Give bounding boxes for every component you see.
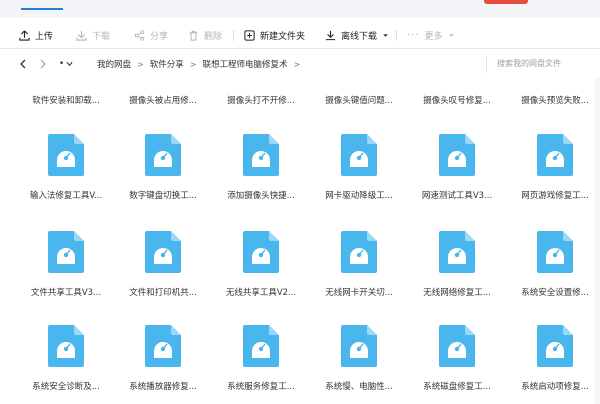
share-icon <box>134 29 145 41</box>
window-control-chip[interactable] <box>484 0 528 4</box>
file-name: 系统服务修复工... <box>227 382 295 392</box>
file-item[interactable]: 系统磁盘修复工... <box>412 78 502 404</box>
file-name: 系统启动项修复... <box>521 382 589 392</box>
forward-button[interactable] <box>36 56 50 72</box>
file-name: 系统慢、电脑性... <box>325 382 393 392</box>
file-thumbnail-icon <box>340 324 378 368</box>
dropdown-caret-icon <box>448 33 454 37</box>
download-label: 下载 <box>92 31 111 42</box>
file-grid: 软件安装和卸载... 摄像头被占用修... 摄像头打不开修... 摄像头键值问题...… <box>0 78 600 404</box>
file-name: 系统播放器修复... <box>129 382 197 392</box>
new-folder-label: 新建文件夹 <box>260 31 306 42</box>
delete-button[interactable]: 删除 <box>188 27 222 43</box>
trash-icon <box>189 30 198 41</box>
breadcrumb-separator-icon: > <box>189 59 197 69</box>
search-input[interactable] <box>486 55 600 73</box>
breadcrumb-separator-icon: > <box>293 59 301 69</box>
window-top-strip <box>0 0 600 18</box>
history-dropdown-button[interactable]: • <box>56 56 76 72</box>
toolbar: 上传 下载 分享 删除 新建文件夹 离线下载 ··· 更多 <box>0 21 600 49</box>
file-thumbnail-icon <box>144 324 182 368</box>
toolbar-divider <box>396 30 397 41</box>
share-label: 分享 <box>150 31 169 42</box>
download-button[interactable]: 下载 <box>76 27 110 43</box>
back-button[interactable] <box>16 56 30 72</box>
file-name: 系统磁盘修复工... <box>423 382 491 392</box>
file-name: 系统安全诊断及... <box>32 382 100 392</box>
breadcrumb: 我的网盘 > 软件分享 > 联想工程师电脑修复术 > <box>97 57 306 71</box>
file-thumbnail-icon <box>536 324 574 368</box>
chevron-left-icon <box>20 59 26 69</box>
more-label: 更多 <box>424 31 443 42</box>
file-item[interactable]: 系统播放器修复... <box>118 78 208 404</box>
breadcrumb-item[interactable]: 我的网盘 <box>97 58 131 70</box>
scrollbar[interactable] <box>595 78 600 404</box>
share-button[interactable]: 分享 <box>134 27 168 43</box>
active-tab-indicator <box>21 8 63 10</box>
download-icon <box>76 30 87 41</box>
file-thumbnail-icon <box>438 324 476 368</box>
breadcrumb-separator-icon: > <box>137 59 144 69</box>
chevron-right-icon <box>40 59 46 69</box>
new-folder-icon <box>244 29 255 41</box>
file-thumbnail-icon <box>47 324 85 368</box>
offline-download-button[interactable]: 离线下载 <box>325 27 389 43</box>
toolbar-divider <box>233 30 234 41</box>
delete-label: 删除 <box>204 31 223 42</box>
file-item[interactable]: 系统安全诊断及... <box>21 78 111 404</box>
new-folder-button[interactable]: 新建文件夹 <box>244 27 305 43</box>
more-button[interactable]: ··· 更多 <box>407 27 455 43</box>
upload-label: 上传 <box>35 31 54 42</box>
file-item[interactable]: 系统慢、电脑性... <box>314 78 404 404</box>
file-item[interactable]: 系统启动项修复... <box>510 78 600 404</box>
upload-icon <box>19 30 30 41</box>
breadcrumb-item[interactable]: 联想工程师电脑修复术 <box>202 58 287 70</box>
chevron-down-icon <box>66 61 73 67</box>
offline-download-icon <box>325 30 336 40</box>
file-thumbnail-icon <box>242 324 280 368</box>
upload-button[interactable]: 上传 <box>19 27 53 43</box>
bullet-icon: • <box>58 59 65 69</box>
dropdown-caret-icon <box>383 33 388 37</box>
breadcrumb-item[interactable]: 软件分享 <box>150 58 184 70</box>
file-item[interactable]: 系统服务修复工... <box>216 78 306 404</box>
more-dots-icon: ··· <box>407 29 420 41</box>
navigation-bar: • 我的网盘 > 软件分享 > 联想工程师电脑修复术 > <box>0 52 600 76</box>
offline-download-label: 离线下载 <box>341 31 378 42</box>
